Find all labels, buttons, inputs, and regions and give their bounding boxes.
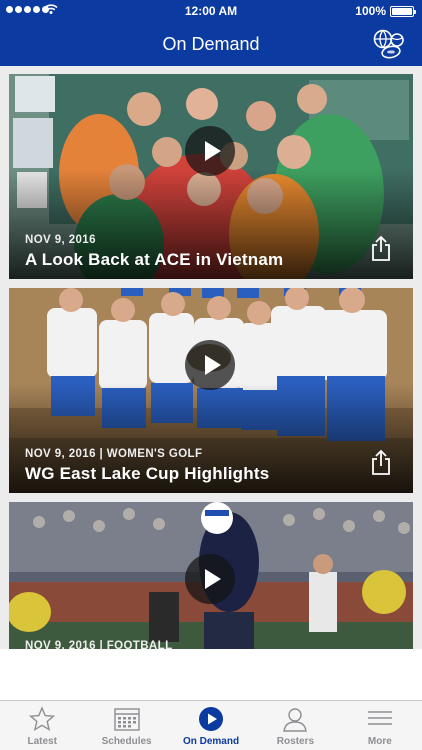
tab-rosters[interactable]: Rosters xyxy=(253,701,337,750)
person-icon xyxy=(283,708,308,732)
tab-label: Latest xyxy=(27,736,57,747)
page-title: On Demand xyxy=(162,34,260,54)
video-card[interactable]: NOV 9, 2016 A Look Back at ACE in Vietna… xyxy=(9,74,413,279)
tab-latest[interactable]: Latest xyxy=(0,701,84,750)
battery-percentage: 100% xyxy=(355,4,386,18)
video-card[interactable]: NOV 9, 2016 | WOMEN'S GOLF WG East Lake … xyxy=(9,288,413,493)
star-icon xyxy=(29,706,56,732)
play-button[interactable] xyxy=(185,554,235,604)
battery-icon xyxy=(390,6,416,17)
tab-bar: Latest Schedules On Demand Rosters More xyxy=(0,700,422,750)
video-date: NOV 9, 2016 | FOOTBALL xyxy=(25,640,173,649)
share-icon[interactable] xyxy=(369,234,393,262)
status-bar: 12:00 AM 100% xyxy=(0,0,422,22)
video-date: NOV 9, 2016 xyxy=(25,234,96,246)
menu-icon xyxy=(367,711,392,725)
video-card[interactable]: NOV 9, 2016 | FOOTBALL xyxy=(9,502,413,649)
tab-schedules[interactable]: Schedules xyxy=(84,701,168,750)
tab-more[interactable]: More xyxy=(338,701,422,750)
tab-label: Rosters xyxy=(276,736,315,747)
tab-on-demand[interactable]: On Demand xyxy=(169,701,253,750)
content-bottom-area xyxy=(0,649,422,700)
share-icon[interactable] xyxy=(369,448,393,476)
sports-balls-icon[interactable] xyxy=(372,27,408,61)
play-button[interactable] xyxy=(185,126,235,176)
video-title[interactable]: A Look Back at ACE in Vietnam xyxy=(25,250,283,270)
play-button[interactable] xyxy=(185,340,235,390)
tab-label: More xyxy=(367,736,392,747)
navigation-bar: On Demand xyxy=(0,22,422,66)
video-feed[interactable]: NOV 9, 2016 A Look Back at ACE in Vietna… xyxy=(0,66,422,649)
tab-label: Schedules xyxy=(101,736,152,747)
video-title[interactable]: WG East Lake Cup Highlights xyxy=(25,464,269,484)
calendar-icon xyxy=(113,708,140,731)
play-icon xyxy=(199,707,224,731)
video-date: NOV 9, 2016 | WOMEN'S GOLF xyxy=(25,448,203,460)
tab-label: On Demand xyxy=(182,736,240,747)
